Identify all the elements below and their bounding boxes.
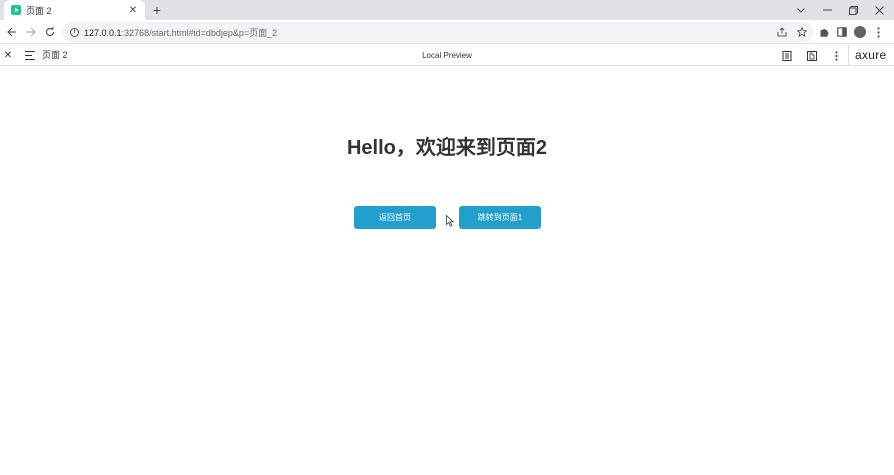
browser-tab[interactable]: 页面 2 ✕ [4, 0, 145, 20]
cursor-icon [446, 215, 454, 227]
back-icon[interactable] [3, 20, 21, 44]
axure-logo: axure [855, 48, 887, 62]
go-page1-button[interactable]: 跳转到页面1 [459, 206, 541, 229]
favicon-icon [11, 5, 21, 15]
star-icon[interactable] [796, 26, 808, 38]
minimize-icon[interactable] [814, 0, 840, 20]
notes-icon[interactable] [781, 50, 792, 61]
sidepanel-icon[interactable] [836, 26, 848, 38]
profile-icon[interactable] [854, 26, 866, 38]
close-icon[interactable] [866, 0, 892, 20]
plus-icon[interactable]: + [149, 1, 165, 19]
page-heading: Hello，欢迎来到页面2 [346, 137, 548, 159]
more-icon[interactable] [872, 26, 884, 38]
reload-icon[interactable] [41, 20, 59, 44]
tab-title: 页面 2 [26, 5, 52, 16]
browser-tabstrip: 页面 2 ✕ + [0, 0, 894, 20]
axure-preview-bar: ✕ 页面 2 Local Preview axure [0, 45, 894, 66]
more-icon[interactable] [831, 50, 842, 61]
info-icon[interactable]: i [70, 27, 79, 37]
page-canvas: Hello，欢迎来到页面2 返回首页 跳转到页面1 [0, 67, 894, 475]
preview-mode-label: Local Preview [422, 51, 472, 60]
share-icon[interactable] [776, 26, 788, 38]
chevron-down-icon[interactable] [788, 0, 814, 20]
address-bar[interactable]: i 127.0.0.1:32768/start.html#id=dbdjep&p… [62, 22, 814, 42]
url-text: 127.0.0.1:32768/start.html#id=dbdjep&p=页… [84, 27, 278, 38]
puzzle-icon[interactable] [818, 26, 830, 38]
close-icon[interactable]: ✕ [127, 5, 139, 16]
browser-toolbar: i 127.0.0.1:32768/start.html#id=dbdjep&p… [0, 20, 894, 44]
current-page-name[interactable]: 页面 2 [42, 45, 68, 66]
forward-icon[interactable] [22, 20, 40, 44]
back-home-button[interactable]: 返回首页 [354, 206, 436, 229]
divider [848, 45, 849, 66]
maximize-icon[interactable] [840, 0, 866, 20]
inspect-icon[interactable] [806, 50, 817, 61]
close-icon[interactable]: ✕ [3, 45, 13, 66]
hamburger-icon[interactable] [25, 51, 35, 60]
